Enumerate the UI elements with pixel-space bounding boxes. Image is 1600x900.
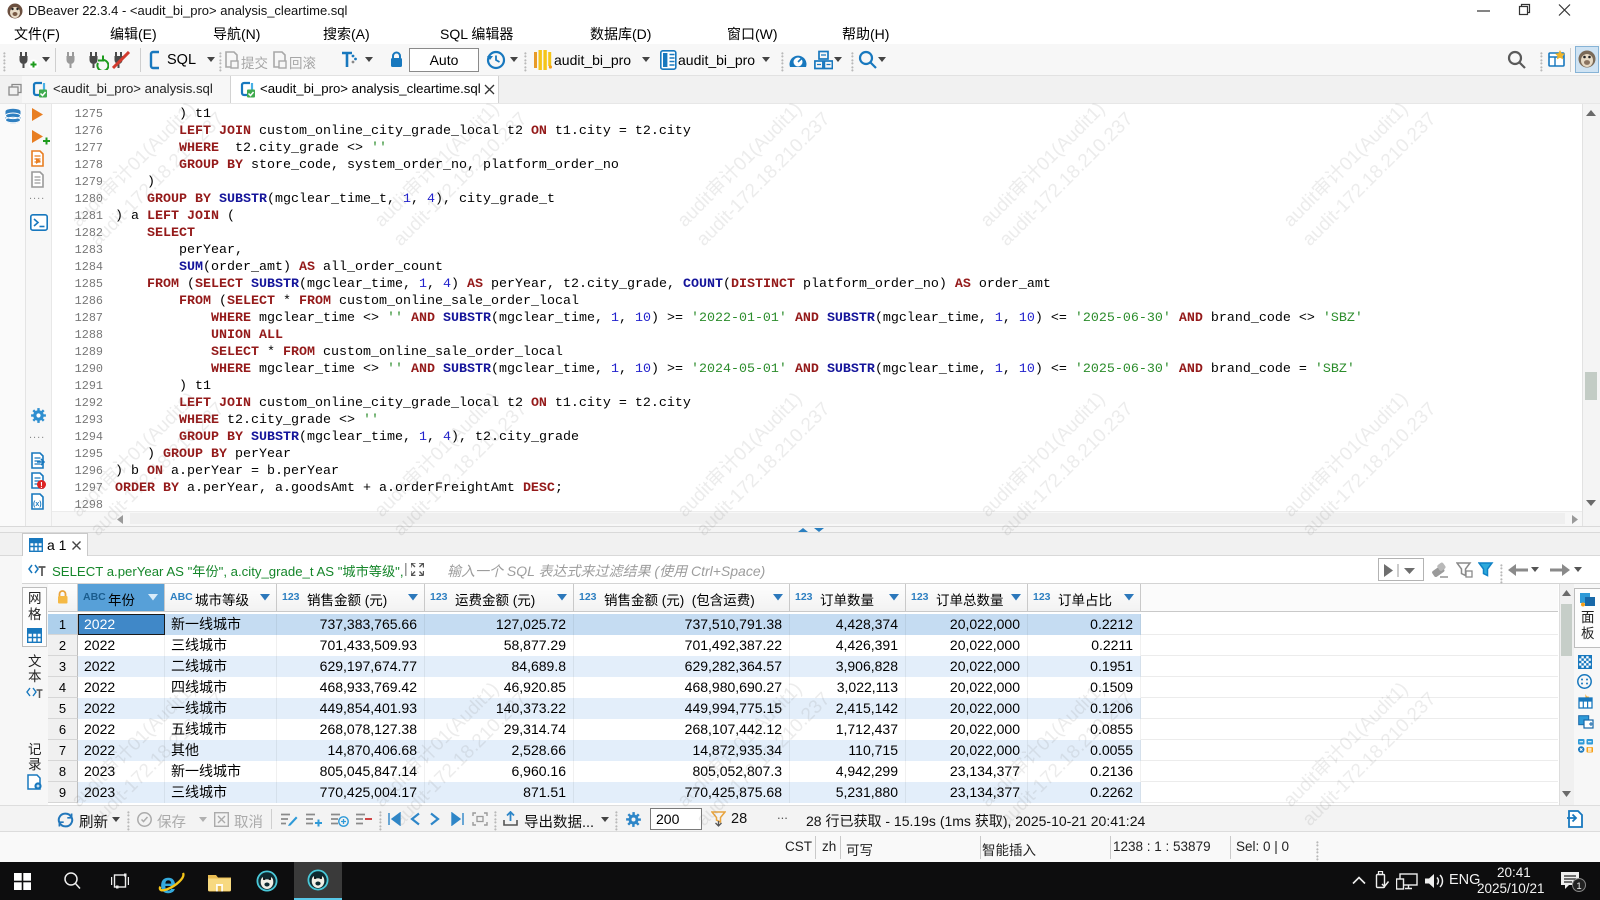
svg-text:(x): (x) [33, 501, 42, 508]
svg-text:!: ! [40, 481, 43, 490]
svg-text:1: 1 [1576, 881, 1581, 892]
